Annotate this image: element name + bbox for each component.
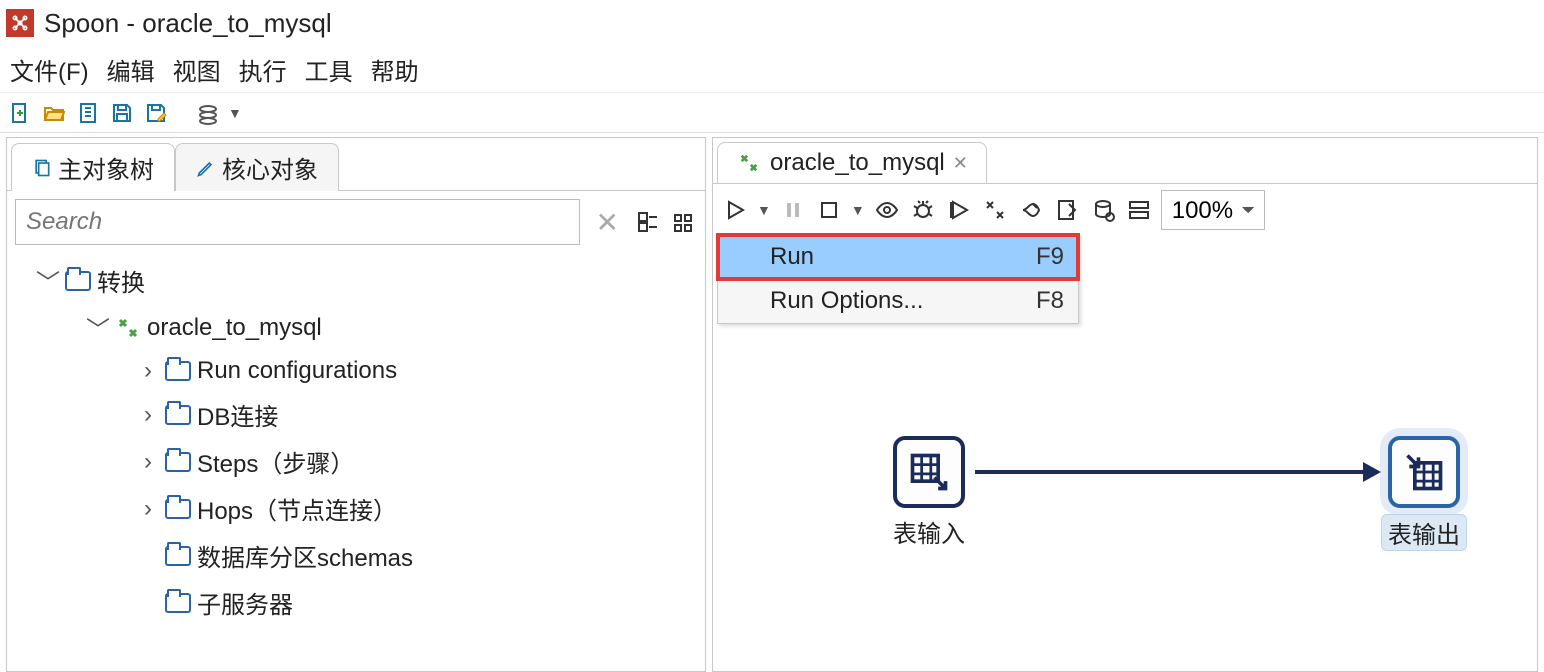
step-table-output-label: 表输出	[1381, 514, 1467, 551]
tree-item-run-configurations[interactable]: › Run configurations	[7, 351, 705, 391]
folder-icon	[165, 405, 191, 425]
new-file-icon[interactable]	[6, 99, 34, 127]
debug-icon[interactable]	[909, 196, 937, 224]
tree-transformation[interactable]: ﹀ oracle_to_mysql	[7, 304, 705, 351]
menu-tools[interactable]: 工具	[301, 50, 357, 89]
chevron-right-icon[interactable]: ›	[137, 495, 159, 523]
explore-repo-icon[interactable]	[74, 99, 102, 127]
open-file-icon[interactable]	[40, 99, 68, 127]
tab-main-tree-label: 主对象树	[58, 150, 154, 185]
tree-root-transformations[interactable]: ﹀ 转换	[7, 257, 705, 304]
tab-main-tree[interactable]: 主对象树	[11, 143, 175, 191]
pencil-icon	[196, 158, 216, 178]
tree-transformation-label: oracle_to_mysql	[147, 314, 322, 342]
folder-icon	[165, 361, 191, 381]
expand-all-icon[interactable]	[635, 209, 661, 235]
menu-view[interactable]: 视图	[169, 50, 225, 89]
hop-arrow-head-icon	[1363, 462, 1381, 482]
chevron-down-icon[interactable]: ﹀	[37, 263, 59, 298]
window-title: Spoon - oracle_to_mysql	[44, 8, 332, 39]
run-dropdown-caret-icon[interactable]: ▼	[757, 202, 771, 218]
chevron-right-icon[interactable]: ›	[137, 448, 159, 476]
transformation-icon	[736, 150, 762, 176]
step-table-input-label: 表输入	[893, 514, 965, 549]
tree-item-hops[interactable]: › Hops（节点连接）	[7, 485, 705, 532]
tree-item-label: Steps（步骤）	[197, 444, 354, 479]
chevron-right-icon[interactable]: ›	[137, 401, 159, 429]
verify-icon[interactable]	[981, 196, 1009, 224]
menu-item-run[interactable]: Run F9	[718, 235, 1078, 279]
docs-icon	[32, 158, 52, 178]
tree-item-label: 数据库分区schemas	[197, 538, 413, 573]
menu-item-run-options-shortcut: F8	[1036, 287, 1064, 315]
database-explorer-icon[interactable]	[1089, 196, 1117, 224]
object-tree: ﹀ 转换 ﹀ oracle_to_mysql › Run configurati…	[7, 253, 705, 626]
zoom-select[interactable]: 100%	[1161, 190, 1265, 230]
main-toolbar: ▼	[0, 92, 1544, 132]
sql-icon[interactable]	[1053, 196, 1081, 224]
collapse-all-icon[interactable]	[671, 209, 697, 235]
save-as-icon[interactable]	[142, 99, 170, 127]
tree-item-steps[interactable]: › Steps（步骤）	[7, 438, 705, 485]
tab-core-objects-label: 核心对象	[222, 150, 318, 185]
replay-icon[interactable]	[945, 196, 973, 224]
save-icon[interactable]	[108, 99, 136, 127]
editor-tab-label: oracle_to_mysql	[770, 149, 945, 177]
tree-item-label: Run configurations	[197, 357, 397, 385]
menu-run[interactable]: 执行	[235, 50, 291, 89]
search-input[interactable]	[15, 199, 580, 245]
folder-icon	[65, 271, 91, 291]
menu-help[interactable]: 帮助	[367, 50, 423, 89]
tree-root-label: 转换	[97, 263, 145, 298]
clear-search-icon[interactable]: ✕	[590, 206, 625, 239]
preview-icon[interactable]	[873, 196, 901, 224]
objects-icon[interactable]	[194, 99, 222, 127]
folder-icon	[165, 499, 191, 519]
menu-item-run-label: Run	[770, 243, 814, 271]
run-popup-menu: Run F9 Run Options... F8	[717, 234, 1079, 324]
folder-icon	[165, 546, 191, 566]
chevron-right-icon[interactable]: ›	[137, 357, 159, 385]
tree-item-label: 子服务器	[197, 585, 293, 620]
folder-icon	[165, 593, 191, 613]
tree-item-slave-servers[interactable]: › 子服务器	[7, 579, 705, 626]
menu-edit[interactable]: 编辑	[103, 50, 159, 89]
menu-file[interactable]: 文件(F)	[6, 50, 93, 89]
impact-icon[interactable]	[1017, 196, 1045, 224]
pause-button[interactable]	[779, 196, 807, 224]
tree-item-label: DB连接	[197, 397, 278, 432]
hop-arrow[interactable]	[975, 470, 1365, 474]
tree-item-label: Hops（节点连接）	[197, 491, 397, 526]
editor-tab[interactable]: oracle_to_mysql ✕	[717, 142, 987, 183]
stop-button[interactable]	[815, 196, 843, 224]
menu-item-run-options-label: Run Options...	[770, 287, 923, 315]
tree-item-db-connections[interactable]: › DB连接	[7, 391, 705, 438]
menu-item-run-options[interactable]: Run Options... F8	[718, 279, 1078, 323]
step-table-output[interactable]: 表输出	[1381, 436, 1467, 551]
table-input-icon	[893, 436, 965, 508]
canvas-toolbar: ▼ ▼	[713, 184, 1537, 236]
run-button[interactable]	[721, 196, 749, 224]
chevron-down-icon[interactable]: ﹀	[87, 310, 109, 345]
tree-item-partition-schemas[interactable]: › 数据库分区schemas	[7, 532, 705, 579]
stop-dropdown-caret-icon[interactable]: ▼	[851, 202, 865, 218]
objects-dropdown-caret-icon[interactable]: ▼	[228, 105, 242, 121]
table-output-icon	[1388, 436, 1460, 508]
app-icon	[6, 9, 34, 37]
close-tab-icon[interactable]: ✕	[953, 153, 968, 174]
menubar: 文件(F) 编辑 视图 执行 工具 帮助	[0, 46, 1544, 92]
transformation-icon	[115, 315, 141, 341]
step-table-input[interactable]: 表输入	[893, 436, 965, 549]
show-results-icon[interactable]	[1125, 196, 1153, 224]
menu-item-run-shortcut: F9	[1036, 243, 1064, 271]
tab-core-objects[interactable]: 核心对象	[175, 143, 339, 191]
folder-icon	[165, 452, 191, 472]
